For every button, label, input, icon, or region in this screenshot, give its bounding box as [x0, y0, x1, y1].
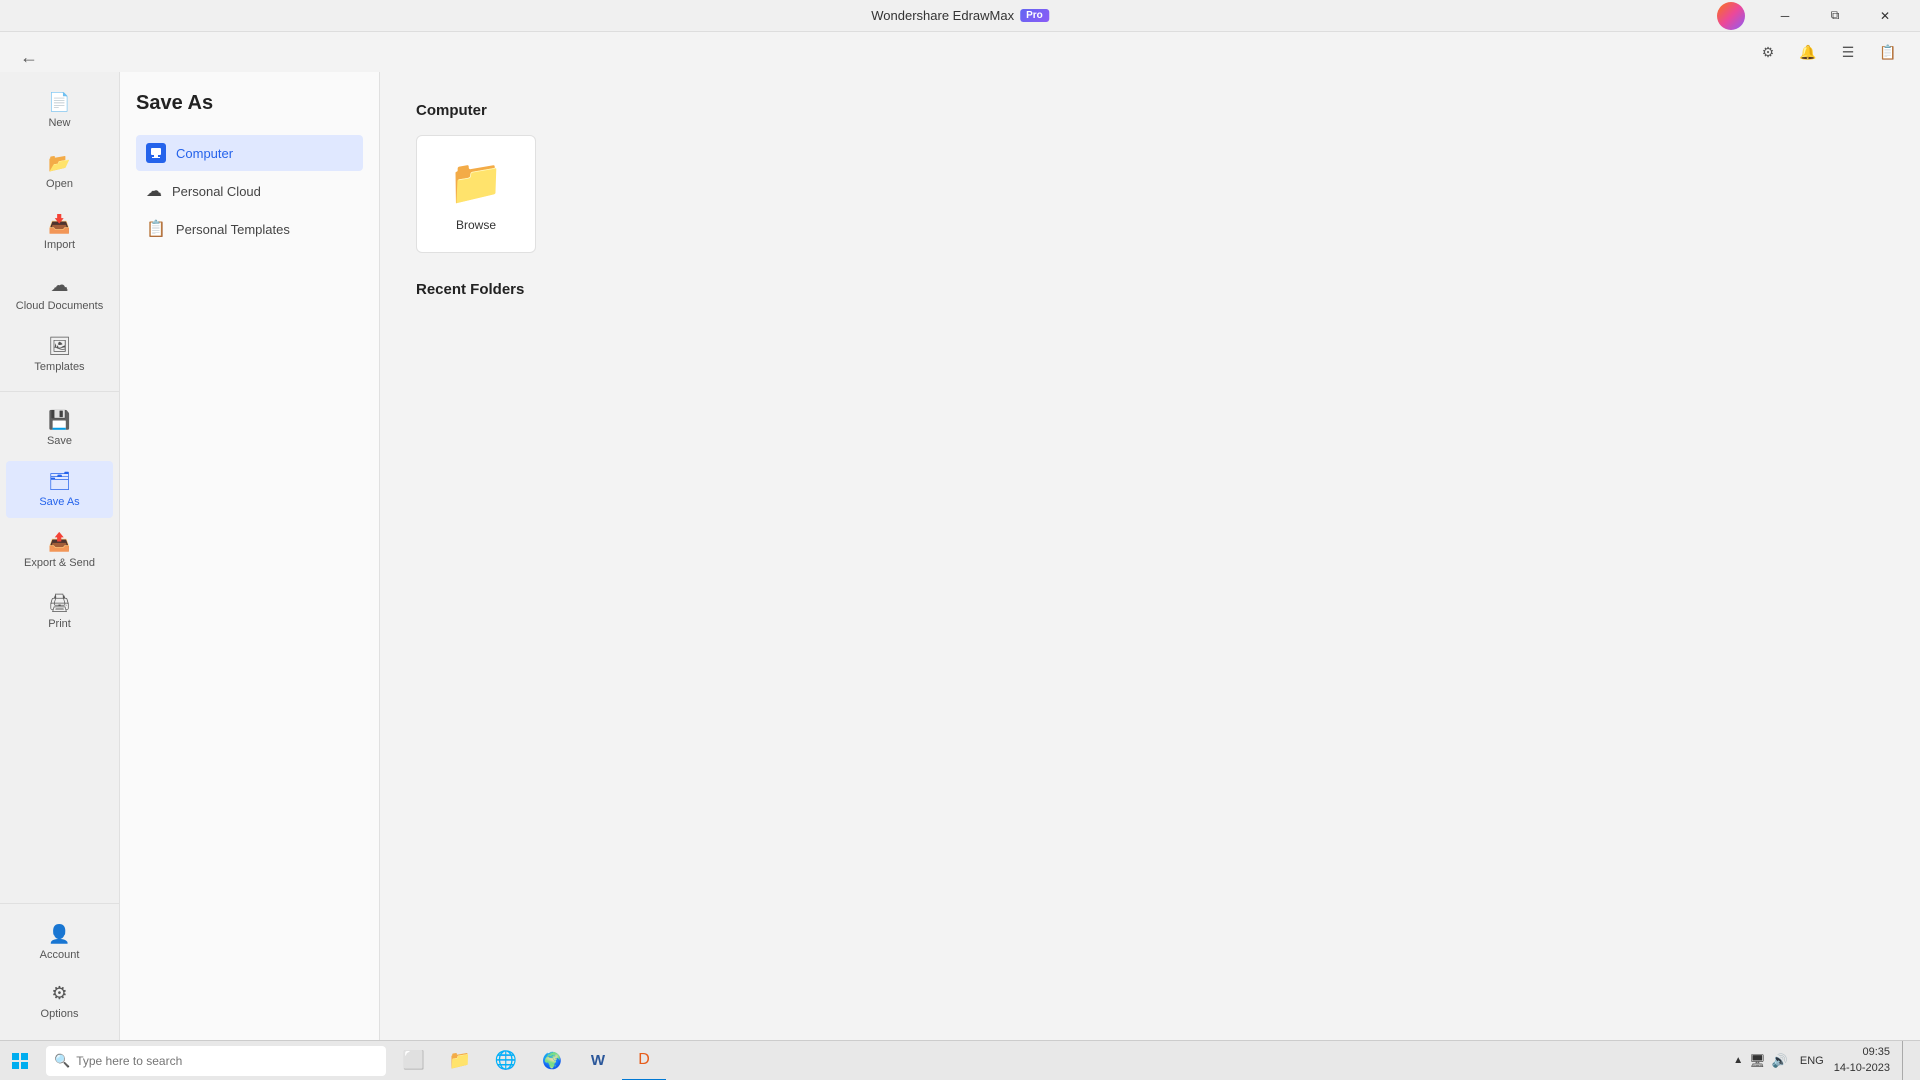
sidebar-narrow-bottom: 👤 Account ⚙ Options — [0, 903, 119, 1032]
taskbar-chrome[interactable]: 🌍 — [530, 1041, 574, 1080]
options-icon: ⚙ — [51, 983, 67, 1004]
taskbar-edrawmax[interactable]: D — [622, 1041, 666, 1080]
export-icon: 📤 — [48, 532, 70, 553]
notifications-icon-btn[interactable]: 🔔 — [1792, 38, 1824, 66]
clock-date: 14-10-2023 — [1834, 1061, 1890, 1076]
saveas-personal-cloud-item[interactable]: ☁ Personal Cloud — [136, 173, 363, 209]
folder-icon: 📁 — [449, 156, 504, 208]
open-icon: 📂 — [48, 153, 70, 174]
personal-templates-icon: 📋 — [146, 219, 166, 239]
window-controls: ─ ⧉ ✕ — [1717, 0, 1908, 32]
app-body: 📄 New 📂 Open 📥 Import ☁ Cloud Documents … — [0, 72, 1920, 1040]
clock-time: 09:35 — [1834, 1045, 1890, 1060]
import-label: Import — [44, 239, 75, 251]
personal-templates-label: Personal Templates — [176, 222, 290, 237]
start-button[interactable] — [0, 1041, 40, 1080]
clipboard-icon-btn[interactable]: 📋 — [1872, 38, 1904, 66]
tray-network-icon: 🖥 — [1749, 1053, 1766, 1069]
tray-icons: ▲ 🖥 🔊 — [1725, 1053, 1796, 1069]
saveas-computer-item[interactable]: Computer — [136, 135, 363, 171]
sidebar-item-export[interactable]: 📤 Export & Send — [6, 522, 113, 579]
taskbar: 🔍 ⬜ 📁 🌐 🌍 W D ▲ 🖥 🔊 ENG 09:35 14-10-2023 — [0, 1040, 1920, 1080]
saveas-label: Save As — [39, 496, 79, 508]
sidebar-item-options[interactable]: ⚙ Options — [6, 973, 113, 1030]
tray-lang: ENG — [1800, 1055, 1824, 1067]
settings-icon-btn[interactable]: ⚙ — [1752, 38, 1784, 66]
sidebar-item-import[interactable]: 📥 Import — [6, 204, 113, 261]
taskbar-search-box[interactable]: 🔍 — [46, 1046, 386, 1076]
user-avatar[interactable] — [1717, 2, 1745, 30]
open-label: Open — [46, 178, 73, 190]
pro-badge: Pro — [1020, 9, 1049, 22]
account-icon: 👤 — [48, 924, 70, 945]
sidebar-item-print[interactable]: 🖨 Print — [6, 583, 113, 640]
taskbar-taskview[interactable]: ⬜ — [392, 1041, 436, 1080]
sidebar-item-save[interactable]: 💾 Save — [6, 400, 113, 457]
computer-icon — [146, 143, 166, 163]
new-label: New — [48, 117, 70, 129]
print-label: Print — [48, 618, 71, 630]
sidebar-narrow: 📄 New 📂 Open 📥 Import ☁ Cloud Documents … — [0, 72, 120, 1040]
title-bar: Wondershare EdrawMax Pro ─ ⧉ ✕ — [0, 0, 1920, 32]
save-label: Save — [47, 435, 72, 447]
personal-cloud-label: Personal Cloud — [172, 184, 261, 199]
saveas-personal-templates-item[interactable]: 📋 Personal Templates — [136, 211, 363, 247]
computer-label: Computer — [176, 146, 233, 161]
time-block: 09:35 14-10-2023 — [1834, 1045, 1890, 1076]
browse-label: Browse — [456, 218, 496, 232]
taskbar-tray: ▲ 🖥 🔊 ENG 09:35 14-10-2023 — [1725, 1041, 1920, 1080]
cloud-icon: ☁ — [51, 275, 69, 296]
sidebar-mid: Save As Computer ☁ Personal Cloud 📋 Pers… — [120, 72, 380, 1040]
saveas-icon: 🗂 — [48, 471, 71, 492]
toolbar-row: ⚙ 🔔 ☰ 📋 — [1736, 32, 1920, 72]
restore-button[interactable]: ⧉ — [1812, 0, 1858, 32]
sidebar-item-cloud[interactable]: ☁ Cloud Documents — [6, 265, 113, 322]
sidebar-item-new[interactable]: 📄 New — [6, 82, 113, 139]
taskbar-apps: ⬜ 📁 🌐 🌍 W D — [392, 1041, 666, 1080]
sidebar-item-templates[interactable]: 🖼 Templates — [6, 326, 113, 383]
main-content: Computer 📁 Browse Recent Folders — [380, 72, 1920, 1040]
show-desktop[interactable] — [1902, 1041, 1908, 1080]
templates-icon: 🖼 — [48, 336, 71, 357]
taskbar-edge[interactable]: 🌐 — [484, 1041, 528, 1080]
app-title: Wondershare EdrawMax Pro — [871, 8, 1049, 23]
close-button[interactable]: ✕ — [1862, 0, 1908, 32]
options-label: Options — [41, 1008, 79, 1020]
recent-folders-section: Recent Folders — [416, 281, 1884, 298]
recent-folders-title: Recent Folders — [416, 281, 1884, 298]
sidebar-item-saveas[interactable]: 🗂 Save As — [6, 461, 113, 518]
divider — [0, 391, 119, 392]
app-title-text: Wondershare EdrawMax — [871, 8, 1014, 23]
tray-up-arrow[interactable]: ▲ — [1733, 1055, 1743, 1066]
templates-label: Templates — [34, 361, 84, 373]
search-input[interactable] — [76, 1054, 378, 1068]
print-icon: 🖨 — [48, 593, 71, 614]
sidebar-item-open[interactable]: 📂 Open — [6, 143, 113, 200]
search-icon: 🔍 — [54, 1053, 70, 1069]
sidebar-mid-title: Save As — [136, 92, 363, 115]
save-icon: 💾 — [48, 410, 70, 431]
menu-icon-btn[interactable]: ☰ — [1832, 38, 1864, 66]
taskbar-word[interactable]: W — [576, 1041, 620, 1080]
taskbar-explorer[interactable]: 📁 — [438, 1041, 482, 1080]
sidebar-item-account[interactable]: 👤 Account — [6, 914, 113, 971]
back-button[interactable]: ← — [8, 36, 50, 78]
import-icon: 📥 — [48, 214, 70, 235]
minimize-button[interactable]: ─ — [1762, 0, 1808, 32]
export-label: Export & Send — [24, 557, 95, 569]
tray-volume-icon: 🔊 — [1772, 1053, 1788, 1069]
computer-section-title: Computer — [416, 102, 1884, 119]
personal-cloud-icon: ☁ — [146, 181, 162, 201]
browse-card[interactable]: 📁 Browse — [416, 135, 536, 253]
cloud-label: Cloud Documents — [16, 300, 103, 312]
new-icon: 📄 — [48, 92, 70, 113]
account-label: Account — [40, 949, 80, 961]
